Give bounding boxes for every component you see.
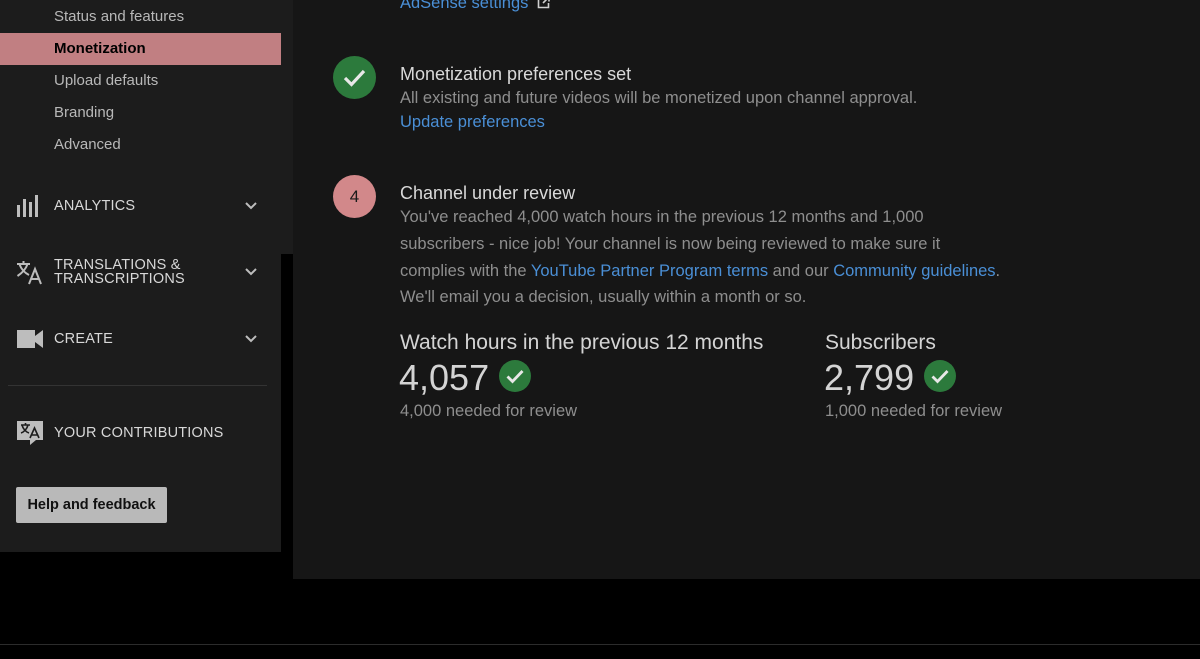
- monetization-preferences-description: All existing and future videos will be m…: [400, 89, 918, 107]
- watch-hours-value: 4,057: [399, 357, 490, 398]
- review-text-fragment: and our: [768, 262, 834, 280]
- community-guidelines-link[interactable]: Community guidelines: [833, 262, 995, 280]
- help-and-feedback-button[interactable]: Help and feedback: [16, 487, 167, 523]
- youtube-partner-program-terms-link[interactable]: YouTube Partner Program terms: [531, 262, 768, 280]
- review-text-line-2: subscribers - nice job! Your channel is …: [400, 235, 941, 253]
- subscribers-check-icon: [924, 360, 956, 392]
- sidebar-section-label: ANALYTICS: [54, 198, 136, 214]
- sidebar-item-upload-defaults[interactable]: Upload defaults: [0, 65, 281, 97]
- sidebar-section-label: TRANSLATIONS & TRANSCRIPTIONS: [54, 258, 185, 287]
- bar-chart-icon: [17, 195, 38, 217]
- adsense-settings-label[interactable]: AdSense settings: [400, 0, 528, 12]
- chevron-down-icon[interactable]: [243, 331, 259, 347]
- review-text-line-1: You've reached 4,000 watch hours in the …: [400, 208, 924, 226]
- sidebar-item-your-contributions[interactable]: YOUR CONTRIBUTIONS: [0, 413, 281, 453]
- translate-bubble-icon: [17, 421, 43, 445]
- subscribers-value: 2,799: [824, 357, 915, 398]
- external-link-icon: [537, 0, 550, 9]
- watch-hours-needed: 4,000 needed for review: [400, 402, 578, 420]
- sidebar: Status and features Monetization Upload …: [0, 0, 281, 552]
- sidebar-section-analytics[interactable]: ANALYTICS: [0, 186, 281, 226]
- chevron-down-icon[interactable]: [243, 264, 259, 280]
- video-camera-icon: [17, 330, 43, 348]
- sidebar-divider: [8, 385, 267, 386]
- sidebar-edge: [281, 0, 293, 254]
- sidebar-item-branding[interactable]: Branding: [0, 97, 281, 129]
- checkmark-icon: [506, 370, 524, 384]
- sidebar-item-label: YOUR CONTRIBUTIONS: [54, 425, 224, 441]
- sidebar-item-advanced[interactable]: Advanced: [0, 129, 281, 161]
- review-text-fragment: .: [995, 262, 1001, 280]
- adsense-settings-link[interactable]: AdSense settings: [400, 0, 550, 13]
- translate-icon: [16, 261, 42, 285]
- monetization-preferences-title: Monetization preferences set: [400, 64, 632, 84]
- checkmark-icon: [343, 69, 366, 87]
- label-line-2: TRANSCRIPTIONS: [54, 271, 185, 287]
- sidebar-section-create[interactable]: CREATE: [0, 319, 281, 359]
- checkmark-icon: [931, 370, 949, 384]
- completed-step-icon: [333, 56, 376, 99]
- sidebar-item-status-and-features[interactable]: Status and features: [0, 1, 281, 33]
- subscribers-title: Subscribers: [825, 331, 936, 354]
- sidebar-item-monetization[interactable]: Monetization: [0, 33, 281, 65]
- review-text-fragment: complies with the: [400, 262, 531, 280]
- bottom-divider: [0, 644, 1200, 645]
- review-text-line-4: We'll email you a decision, usually with…: [400, 288, 807, 306]
- watch-hours-title: Watch hours in the previous 12 months: [400, 331, 764, 354]
- channel-under-review-title: Channel under review: [400, 183, 576, 203]
- step-number-badge: 4: [333, 175, 376, 218]
- watch-hours-check-icon: [499, 360, 531, 392]
- update-preferences-link[interactable]: Update preferences: [400, 109, 545, 136]
- main-content: AdSense settings Monetization preference…: [293, 0, 1200, 579]
- sidebar-section-label: CREATE: [54, 331, 113, 347]
- subscribers-needed: 1,000 needed for review: [825, 402, 1003, 420]
- chevron-down-icon[interactable]: [243, 198, 259, 214]
- sidebar-section-translations[interactable]: TRANSLATIONS & TRANSCRIPTIONS: [0, 252, 281, 292]
- review-text-line-3: complies with the YouTube Partner Progra…: [400, 258, 1000, 285]
